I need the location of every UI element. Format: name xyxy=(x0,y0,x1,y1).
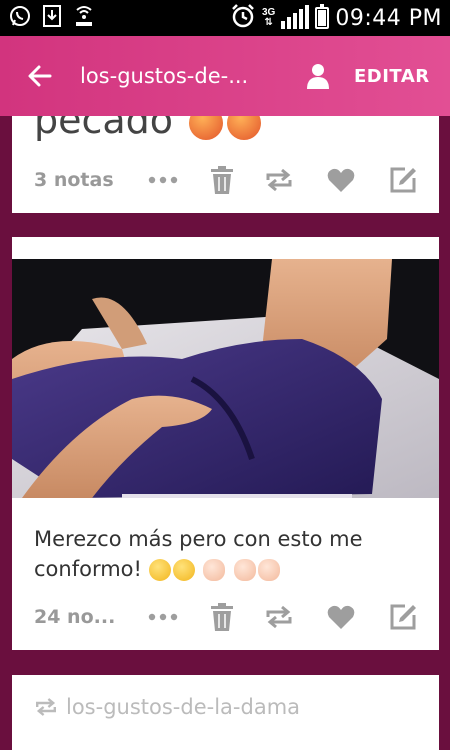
clapping-hands-emoji xyxy=(234,559,256,581)
post-text: pecado xyxy=(34,116,262,142)
blog-title: los-gustos-de-... xyxy=(80,64,249,88)
trash-icon[interactable] xyxy=(210,166,234,194)
more-icon[interactable] xyxy=(148,176,178,184)
post-card: los-gustos-de-la-dama xyxy=(12,675,439,750)
grin-emoji xyxy=(172,559,195,581)
post-actions: 24 no... xyxy=(12,597,439,637)
whatsapp-icon xyxy=(8,4,32,33)
clock: 09:44 PM xyxy=(335,5,442,31)
post-photo[interactable] xyxy=(12,259,439,498)
clapping-hands-emoji xyxy=(258,559,280,581)
reblog-source[interactable]: los-gustos-de-la-dama xyxy=(66,695,300,719)
more-icon[interactable] xyxy=(148,613,178,621)
notes-count[interactable]: 24 no... xyxy=(34,606,115,628)
status-bar: 3G ⇅ 09:44 PM xyxy=(0,0,450,36)
reblog-icon xyxy=(36,698,56,716)
angry-face-emoji xyxy=(189,116,224,140)
heart-icon[interactable] xyxy=(327,604,355,630)
edit-button[interactable]: EDITAR xyxy=(354,66,430,87)
profile-button[interactable] xyxy=(288,36,348,116)
heart-icon[interactable] xyxy=(327,167,355,193)
edit-post-icon[interactable] xyxy=(389,603,417,631)
post-card: pecado 3 notas xyxy=(12,116,439,213)
trash-icon[interactable] xyxy=(210,603,234,631)
alarm-icon xyxy=(230,3,256,34)
edit-post-icon[interactable] xyxy=(389,166,417,194)
signal-icon xyxy=(281,5,310,29)
network-type: 3G ⇅ xyxy=(262,7,276,28)
hotspot-icon xyxy=(72,4,96,33)
back-button[interactable] xyxy=(0,36,80,116)
reblog-icon[interactable] xyxy=(264,605,294,629)
reblog-icon[interactable] xyxy=(264,168,294,192)
app-header: los-gustos-de-... EDITAR xyxy=(0,36,450,116)
download-icon xyxy=(42,4,62,33)
post-caption: Merezco más pero con esto me conformo! xyxy=(34,527,363,581)
reblog-header[interactable]: los-gustos-de-la-dama xyxy=(34,695,300,719)
grin-emoji xyxy=(148,559,171,581)
post-actions: 3 notas xyxy=(12,160,439,200)
notes-count[interactable]: 3 notas xyxy=(34,169,114,191)
back-arrow-icon xyxy=(28,65,52,87)
post-card: Merezco más pero con esto me conformo! 2… xyxy=(12,237,439,650)
battery-icon xyxy=(315,4,330,29)
angry-face-emoji xyxy=(227,116,262,140)
ok-hand-emoji xyxy=(203,559,226,581)
user-icon xyxy=(307,64,329,89)
